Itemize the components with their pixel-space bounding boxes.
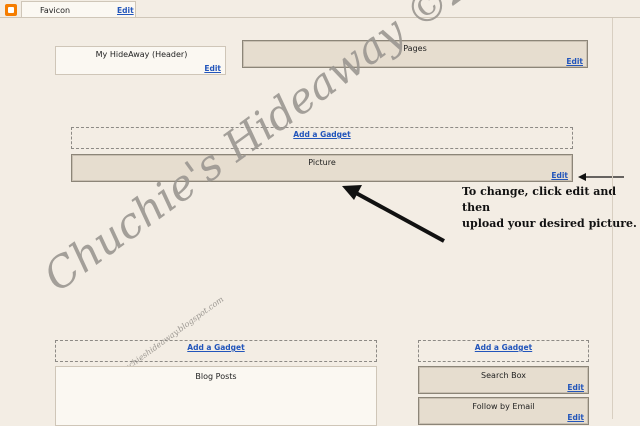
add-gadget-zone: Add a Gadget [71, 127, 573, 149]
header-edit-link[interactable]: Edit [204, 64, 221, 73]
picture-gadget: Picture Edit [71, 154, 573, 182]
favicon-edit-link[interactable]: Edit [117, 6, 134, 15]
top-divider [0, 17, 640, 18]
follow-email-title: Follow by Email [472, 402, 535, 411]
add-gadget-link[interactable]: Add a Gadget [72, 130, 572, 139]
follow-email-gadget: Follow by Email Edit [418, 397, 589, 425]
annotation-line-2: upload your desired picture. [462, 217, 637, 230]
layout-right-edge [612, 18, 613, 419]
sidebar-add-gadget-zone: Add a Gadget [418, 340, 589, 362]
main-add-gadget-zone: Add a Gadget [55, 340, 377, 362]
main-add-gadget-link[interactable]: Add a Gadget [56, 343, 376, 352]
annotation-line-1: To change, click edit and then [462, 185, 617, 214]
blog-posts-title: Blog Posts [195, 372, 237, 381]
header-gadget: My HideAway (Header) Edit [55, 46, 226, 75]
search-box-title: Search Box [481, 371, 526, 380]
search-box-edit-link[interactable]: Edit [567, 383, 584, 392]
picture-gadget-title: Picture [308, 158, 336, 167]
favicon-title: Favicon [40, 6, 71, 15]
pages-edit-link[interactable]: Edit [566, 57, 583, 66]
pointer-arrow-large-icon [342, 185, 445, 243]
blog-posts-gadget: Blog Posts [55, 366, 377, 426]
annotation-text: To change, click edit and then upload yo… [462, 184, 640, 232]
header-gadget-title: My HideAway (Header) [95, 50, 188, 59]
follow-email-edit-link[interactable]: Edit [567, 413, 584, 422]
sidebar-add-gadget-link[interactable]: Add a Gadget [419, 343, 588, 352]
blogger-logo-icon [5, 4, 17, 16]
search-box-gadget: Search Box Edit [418, 366, 589, 394]
picture-edit-link[interactable]: Edit [551, 171, 568, 180]
favicon-gadget: Favicon Edit [21, 1, 136, 18]
pointer-arrow-small-icon [578, 173, 624, 181]
